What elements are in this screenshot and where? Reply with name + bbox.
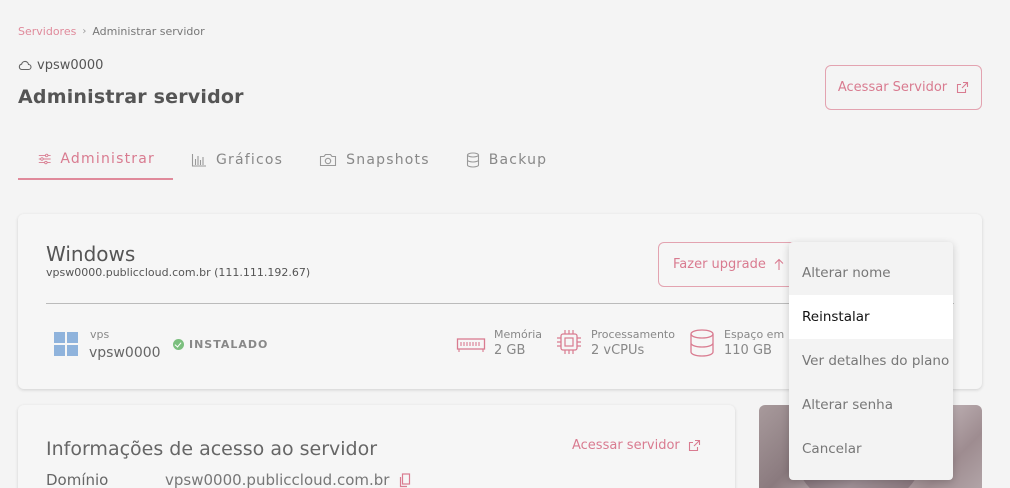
page: Servidores › Administrar servidor vpsw00… [0, 0, 1010, 488]
check-circle-icon [173, 339, 184, 350]
menu-item-alterar-senha[interactable]: Alterar senha [789, 383, 953, 427]
tab-snapshots[interactable]: Snapshots [301, 140, 448, 180]
database-icon [466, 152, 479, 168]
tab-label: Administrar [60, 151, 155, 167]
spec-value: 110 GB [724, 343, 772, 358]
domain-value: vpsw0000.publiccloud.com.br [165, 471, 411, 488]
tab-graficos[interactable]: Gráficos [173, 140, 301, 180]
server-id: vpsw0000 [18, 58, 103, 73]
breadcrumb-link-servidores[interactable]: Servidores [18, 25, 76, 38]
access-server-label: Acessar Servidor [837, 80, 948, 95]
access-server-link[interactable]: Acessar servidor [572, 438, 701, 453]
tab-backup[interactable]: Backup [448, 140, 566, 180]
cloud-icon [18, 60, 32, 71]
tabs: Administrar Gráficos Snapshots Backup [18, 140, 565, 182]
upgrade-button[interactable]: Fazer upgrade [658, 242, 798, 287]
upgrade-label: Fazer upgrade [673, 257, 766, 272]
spec-cpu: Processamento 2 vCPUs [555, 328, 675, 358]
tab-label: Gráficos [216, 152, 284, 168]
access-server-button[interactable]: Acessar Servidor [825, 65, 982, 110]
breadcrumb-current: Administrar servidor [92, 25, 205, 38]
menu-item-alterar-nome[interactable]: Alterar nome [789, 251, 953, 295]
access-server-link-label: Acessar servidor [572, 438, 680, 453]
memory-icon [456, 338, 486, 352]
access-info-card: Informações de acesso ao servidor Acessa… [18, 405, 735, 488]
bar-chart-icon [191, 154, 206, 167]
menu-item-reinstalar[interactable]: Reinstalar [789, 295, 953, 339]
server-id-text: vpsw0000 [37, 58, 104, 73]
copy-icon[interactable] [399, 472, 411, 488]
spec-label: Memória [494, 328, 543, 341]
access-info-title: Informações de acesso ao servidor [46, 438, 378, 460]
page-title: Administrar servidor [18, 86, 244, 108]
os-name: Windows [46, 242, 136, 266]
spec-value: 2 vCPUs [591, 343, 645, 358]
chevron-right-icon: › [82, 26, 87, 37]
sliders-icon [38, 153, 51, 165]
vps-label: vps [90, 328, 110, 341]
status-badge: INSTALADO [173, 338, 268, 351]
tab-label: Backup [488, 152, 548, 168]
context-menu: Alterar nome Reinstalar Ver detalhes do … [789, 242, 953, 480]
spec-storage: Espaço em 110 GB [688, 328, 784, 358]
camera-icon [320, 153, 337, 167]
tab-label: Snapshots [346, 152, 430, 168]
external-link-icon [957, 81, 969, 94]
menu-item-ver-detalhes[interactable]: Ver detalhes do plano [789, 339, 953, 383]
domain-text: vpsw0000.publiccloud.com.br [165, 471, 390, 488]
external-link-icon [688, 439, 700, 452]
cpu-icon [557, 330, 581, 354]
vps-name: vpsw0000 [89, 345, 161, 361]
spec-label: Espaço em [724, 328, 785, 341]
menu-item-cancelar[interactable]: Cancelar [789, 427, 953, 471]
arrow-up-icon [774, 258, 784, 270]
spec-value: 2 GB [494, 343, 526, 358]
server-host: vpsw0000.publiccloud.com.br (111.111.192… [46, 266, 311, 279]
spec-memory: Memória 2 GB [456, 328, 542, 358]
breadcrumb: Servidores › Administrar servidor [18, 25, 205, 38]
spec-label: Processamento [591, 328, 675, 341]
domain-label: Domínio [46, 471, 109, 488]
storage-icon [690, 329, 714, 357]
status-text: INSTALADO [189, 338, 269, 351]
tab-administrar[interactable]: Administrar [18, 140, 173, 180]
windows-logo-icon [54, 332, 78, 356]
